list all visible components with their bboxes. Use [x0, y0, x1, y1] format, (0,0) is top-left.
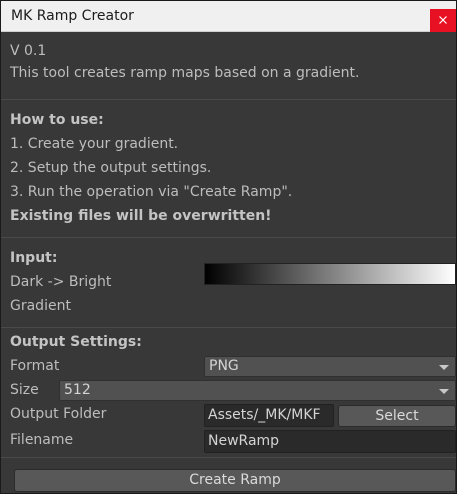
- output-heading: Output Settings:: [10, 334, 142, 350]
- chevron-down-icon: [439, 365, 449, 370]
- select-folder-label: Select: [375, 408, 419, 424]
- format-value: PNG: [209, 358, 239, 374]
- size-value: 512: [64, 382, 91, 398]
- description-text: This tool creates ramp maps based on a g…: [10, 65, 360, 81]
- output-folder-value: Assets/_MK/MKF: [208, 407, 321, 423]
- format-dropdown[interactable]: PNG: [204, 356, 456, 377]
- ramp-creator-window: MK Ramp Creator V 0.1 This tool creates …: [0, 0, 457, 494]
- size-dropdown[interactable]: 512: [59, 380, 456, 401]
- close-icon: [439, 16, 447, 24]
- version-label: V 0.1: [10, 43, 47, 59]
- create-ramp-label: Create Ramp: [189, 472, 281, 488]
- step-3-text: 3. Run the operation via "Create Ramp".: [10, 184, 293, 200]
- section-divider: [1, 327, 456, 328]
- section-divider: [1, 99, 456, 100]
- step-2-text: 2. Setup the output settings.: [10, 160, 212, 176]
- chevron-down-icon: [439, 389, 449, 394]
- create-ramp-button[interactable]: Create Ramp: [14, 469, 456, 492]
- section-divider: [1, 457, 456, 458]
- direction-label: Dark -> Bright: [10, 274, 112, 290]
- how-to-heading: How to use:: [10, 112, 104, 128]
- input-heading: Input:: [10, 250, 58, 266]
- title-bar[interactable]: MK Ramp Creator: [1, 1, 456, 32]
- close-button[interactable]: [430, 9, 456, 32]
- output-folder-field[interactable]: Assets/_MK/MKF: [204, 404, 334, 427]
- gradient-label: Gradient: [10, 298, 71, 314]
- step-1-text: 1. Create your gradient.: [10, 136, 179, 152]
- filename-value: NewRamp: [208, 433, 280, 449]
- format-label: Format: [10, 358, 60, 374]
- filename-label: Filename: [10, 432, 74, 448]
- select-folder-button[interactable]: Select: [338, 405, 456, 427]
- window-title: MK Ramp Creator: [11, 8, 134, 24]
- size-label: Size: [10, 382, 39, 398]
- output-folder-label: Output Folder: [10, 406, 107, 422]
- filename-field[interactable]: NewRamp: [204, 430, 456, 453]
- overwrite-warning: Existing files will be overwritten!: [10, 208, 272, 224]
- section-divider: [1, 237, 456, 238]
- gradient-field[interactable]: [204, 263, 456, 285]
